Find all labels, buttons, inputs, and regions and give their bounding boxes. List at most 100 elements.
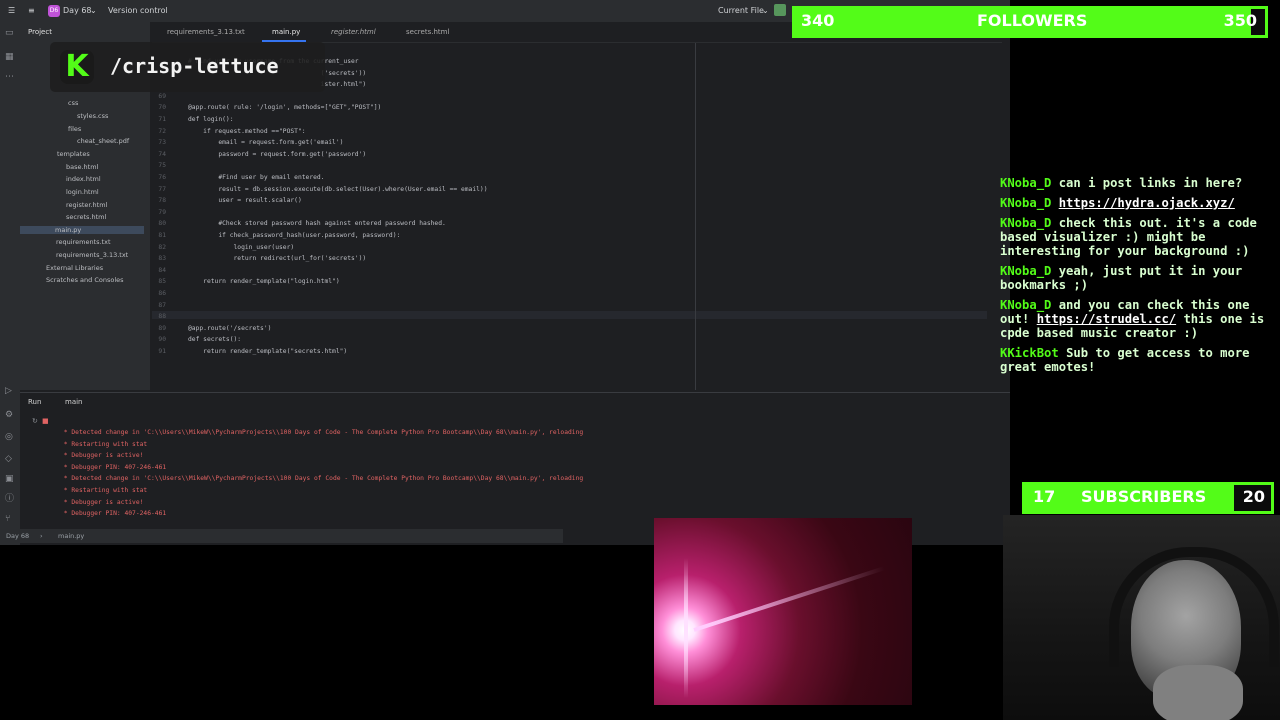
run-button[interactable]	[774, 4, 786, 16]
chat-text: can i post links in here?	[1058, 176, 1243, 190]
project-badge: D6	[48, 5, 60, 17]
line-number: 75	[158, 162, 166, 170]
tab-secrets-html[interactable]: secrets.html	[406, 28, 449, 36]
tree-folder-css[interactable]: css	[68, 99, 78, 107]
code-line: user = result.scalar()	[188, 197, 302, 205]
followers-goal-bar: 340 FOLLOWERS 350	[792, 6, 1268, 38]
app-menu-icon[interactable]: ☰	[8, 6, 15, 15]
subscribers-current: 17	[1033, 487, 1056, 506]
debug-icon[interactable]: ⚙	[5, 410, 15, 420]
line-number: 72	[158, 127, 166, 135]
terminal-icon[interactable]: ▣	[5, 474, 15, 484]
line-number: 86	[158, 290, 166, 297]
code-line: if request.method =="POST":	[188, 127, 306, 135]
chat-username[interactable]: Noba_D	[1007, 196, 1051, 210]
folder-icon[interactable]: ▭	[5, 28, 15, 38]
layers-icon[interactable]: ◇	[5, 454, 15, 464]
code-line: def secrets():	[188, 336, 242, 344]
line-number: 70	[158, 104, 166, 112]
tree-scratches[interactable]: Scratches and Consoles	[46, 276, 124, 284]
line-number: 79	[158, 208, 166, 216]
chat-username[interactable]: Noba_D	[1007, 264, 1051, 278]
right-margin-guide	[695, 43, 696, 390]
console-line: * Restarting with stat	[60, 440, 148, 448]
git-icon[interactable]: ⑂	[5, 514, 15, 524]
chat-username[interactable]: Noba_D	[1007, 216, 1051, 230]
line-number: 80	[158, 220, 166, 228]
kick-logo-icon: K	[60, 50, 94, 84]
line-number: 71	[158, 116, 166, 123]
tree-file-requirements[interactable]: requirements.txt	[56, 238, 111, 246]
current-line-highlight	[152, 311, 987, 319]
streamer-handle: /crisp-lettuce	[110, 54, 279, 78]
hamburger-icon[interactable]: ≡	[28, 6, 35, 15]
tree-folder-files[interactable]: files	[68, 125, 81, 133]
chat-message: KNoba_D yeah, just put it in your bookma…	[1000, 264, 1278, 292]
tab-register-html[interactable]: register.html	[331, 28, 376, 36]
console-line: * Debugger PIN: 407-246-461	[60, 510, 167, 518]
left-toolbar: ▭ ▦ ⋯ ▷ ⚙ ◎ ◇ ▣ ⓘ ⑂	[0, 22, 20, 545]
status-file[interactable]: main.py	[58, 532, 84, 540]
console-line: * Debugger is active!	[60, 452, 144, 460]
project-selector[interactable]: Day 68	[63, 6, 92, 15]
problems-icon[interactable]: ⓘ	[5, 494, 15, 504]
tree-file-base-html[interactable]: base.html	[66, 163, 98, 171]
tab-main-py[interactable]: main.py	[261, 28, 307, 42]
version-control-menu[interactable]: Version control	[108, 6, 168, 15]
line-number: 74	[158, 150, 166, 158]
code-line: return render_template("login.html")	[188, 278, 340, 286]
webcam-feed	[1003, 515, 1280, 720]
run-config-selector[interactable]: Current File	[718, 6, 764, 15]
chat-username[interactable]: KickBot	[1007, 346, 1058, 360]
tree-file-login-html[interactable]: login.html	[66, 188, 99, 196]
tree-file-main-py[interactable]: main.py	[20, 226, 144, 234]
streamer-name-overlay: K /crisp-lettuce	[50, 42, 325, 92]
code-line: if check_password_hash(user.password, pa…	[188, 232, 401, 239]
code-line: password = request.form.get('password')	[188, 150, 367, 158]
tree-file-styles-css[interactable]: styles.css	[77, 112, 108, 120]
line-number: 78	[158, 197, 166, 205]
line-number: 87	[158, 301, 166, 309]
chevron-down-icon: ⌄	[762, 6, 769, 15]
services-icon[interactable]: ◎	[5, 432, 15, 442]
tab-requirements-313[interactable]: requirements_3.13.txt	[167, 28, 245, 36]
more-icon[interactable]: ⋯	[5, 72, 15, 82]
chat-username[interactable]: Noba_D	[1007, 298, 1051, 312]
tree-external-libraries[interactable]: External Libraries	[46, 264, 103, 272]
followers-target: 350	[1223, 11, 1257, 30]
code-line: result = db.session.execute(db.select(Us…	[188, 185, 488, 193]
subscribers-goal-bar: 17 SUBSCRIBERS 20	[1022, 482, 1274, 514]
line-number: 77	[158, 185, 166, 193]
code-line: login_user(user)	[188, 243, 295, 251]
line-number: 82	[158, 243, 166, 251]
structure-icon[interactable]: ▦	[5, 52, 15, 62]
line-number: 89	[158, 324, 166, 332]
tree-file-index-html[interactable]: index.html	[66, 175, 101, 183]
run-panel: Run main ↻ ■ * Detected change in 'C:\\U…	[20, 392, 1010, 530]
code-line: def login():	[188, 116, 234, 123]
chat-link[interactable]: https://strudel.cc/	[1037, 312, 1176, 326]
tree-file-register-html[interactable]: register.html	[66, 201, 107, 209]
code-line: #Check stored password hash against ente…	[188, 220, 446, 228]
tree-file-secrets-html[interactable]: secrets.html	[66, 213, 106, 221]
followers-current: 340	[801, 11, 835, 30]
chat-link[interactable]: https://hydra.ojack.xyz/	[1059, 196, 1235, 210]
run-tab[interactable]: Run	[28, 398, 41, 406]
code-editor[interactable]: # Find user by username from the current…	[152, 43, 992, 390]
tree-file-cheat-sheet[interactable]: cheat_sheet.pdf	[77, 137, 129, 145]
run-config-tab[interactable]: main	[65, 398, 83, 406]
followers-label: FOLLOWERS	[977, 11, 1088, 30]
code-line: email = request.form.get('email')	[188, 139, 344, 147]
project-panel-title[interactable]: Project	[28, 28, 52, 36]
rerun-icon[interactable]: ↻	[32, 417, 38, 425]
chevron-down-icon: ⌄	[90, 6, 97, 15]
chevron-right-icon: ›	[40, 532, 43, 540]
tree-folder-templates[interactable]: templates	[57, 150, 90, 158]
stop-icon[interactable]: ■	[42, 417, 49, 425]
status-project[interactable]: Day 68	[6, 532, 29, 540]
chat-message: KNoba_D check this out. it's a code base…	[1000, 216, 1278, 258]
chat-username[interactable]: Noba_D	[1007, 176, 1051, 190]
streamer-hand	[1153, 665, 1243, 720]
tree-file-requirements-313[interactable]: requirements_3.13.txt	[56, 251, 128, 259]
run-tool-icon[interactable]: ▷	[5, 386, 15, 396]
